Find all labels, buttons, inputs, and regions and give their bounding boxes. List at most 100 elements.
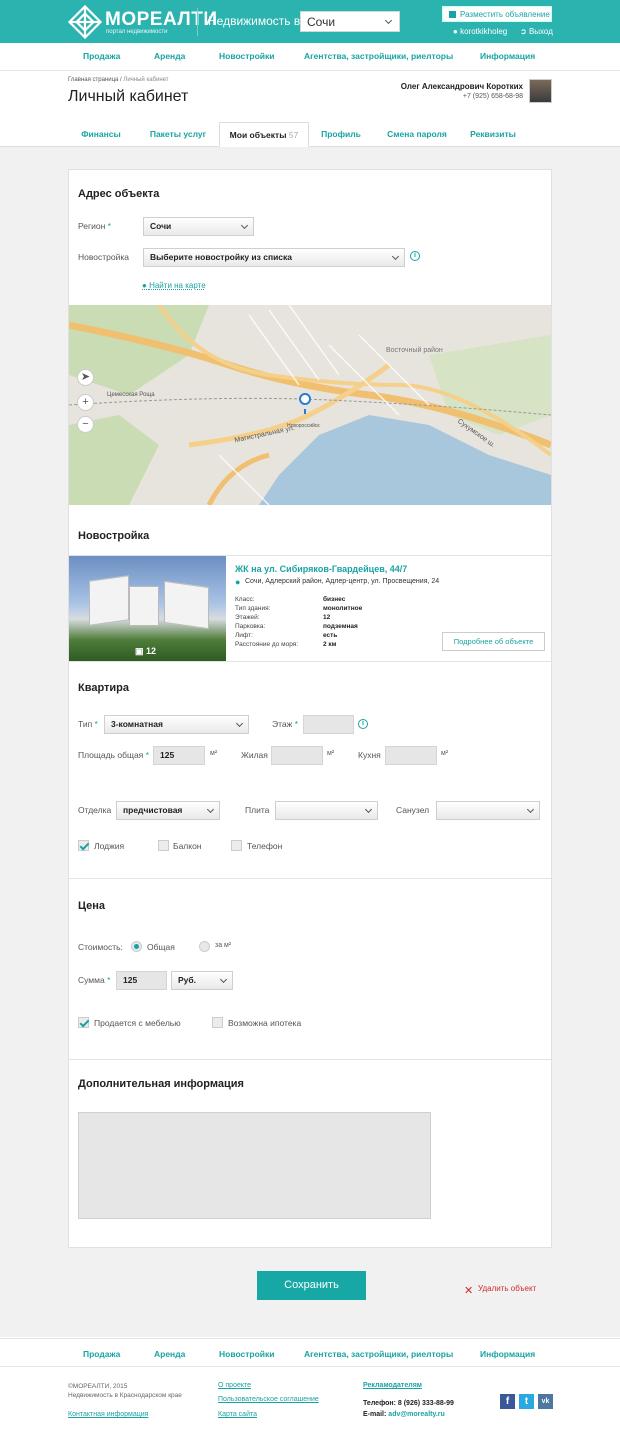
find-on-map-link[interactable]: ● Найти на карте (142, 281, 206, 290)
new-building-select[interactable]: Выберите новостройку из списка (143, 248, 405, 267)
prop-key: Этажей: (235, 614, 260, 621)
chevron-down-icon (526, 805, 535, 814)
footer-email-value[interactable]: adv@morealty.ru (388, 1411, 445, 1418)
map-label-east: Восточный район (386, 347, 443, 354)
chevron-down-icon (384, 16, 393, 25)
mortgage-checkbox[interactable] (212, 1017, 223, 1028)
currency-select[interactable]: Руб. (171, 971, 233, 990)
phone-checkbox[interactable] (231, 840, 242, 851)
kitchen-area-label: Кухня (358, 750, 381, 760)
twitter-icon[interactable]: t (519, 1394, 534, 1409)
footer-nav-agencies[interactable]: Агентства, застройщики, риелторы (304, 1349, 453, 1359)
footer-about-link[interactable]: О проекте (218, 1382, 251, 1389)
breadcrumb-current: Личный кабинет (123, 77, 169, 83)
phone-label: Телефон (247, 841, 283, 851)
breadcrumb-home[interactable]: Главная страница (68, 77, 118, 83)
footer-contacts-link[interactable]: Контактная информация (68, 1411, 148, 1418)
apartment-type-select[interactable]: 3-комнатная (104, 715, 249, 734)
tab-requisites[interactable]: Реквизиты (462, 122, 524, 147)
tab-packages[interactable]: Пакеты услуг (140, 122, 216, 147)
sum-input[interactable]: 125 (116, 971, 167, 990)
vk-icon[interactable]: vk (538, 1394, 553, 1409)
stove-select[interactable] (275, 801, 378, 820)
bathroom-label: Санузел (396, 805, 430, 815)
development-address: Сочи, Адлерский район, Адлер-центр, ул. … (245, 578, 440, 585)
camera-icon: ▣ (135, 646, 144, 656)
unit-label: м² (441, 750, 449, 757)
logout-icon: ➲ (520, 27, 527, 36)
map-label-city: Новороссийск (287, 423, 320, 429)
avatar[interactable] (529, 79, 552, 103)
footer-nav-rent[interactable]: Аренда (154, 1349, 185, 1359)
loggia-checkbox[interactable] (78, 840, 89, 851)
development-section-title: Новостройка (78, 530, 150, 542)
zoom-out-icon[interactable]: − (77, 416, 94, 433)
logo-icon[interactable] (68, 5, 102, 39)
bathroom-select[interactable] (436, 801, 540, 820)
footer-email: E-mail: adv@morealty.ru (363, 1411, 445, 1418)
footer-sitemap-link[interactable]: Карта сайта (218, 1411, 257, 1418)
footer-phone-value: 8 (926) 333-88-99 (397, 1400, 454, 1407)
tab-profile[interactable]: Профиль (312, 122, 370, 147)
nav-item-sale[interactable]: Продажа (83, 51, 120, 61)
tab-my-objects[interactable]: Мои объекты 57 (219, 122, 309, 147)
development-name-link[interactable]: ЖК на ул. Сибиряков-Гвардейцев, 44/7 (235, 564, 407, 574)
nav-item-rent[interactable]: Аренда (154, 51, 185, 61)
development-photo[interactable]: ▣ 12 (69, 556, 226, 661)
location-pin-icon: ● (235, 577, 241, 587)
floor-input[interactable] (303, 715, 354, 734)
development-details-button[interactable]: Подробнее об объекте (442, 632, 545, 651)
user-profile-link[interactable]: ● korotkikholeg (453, 27, 507, 36)
footer-nav-sale[interactable]: Продажа (83, 1349, 120, 1359)
logout-link[interactable]: ➲ Выход (520, 27, 553, 36)
footer-nav-new-buildings[interactable]: Новостройки (219, 1349, 275, 1359)
map-graphic (69, 305, 551, 505)
zoom-in-icon[interactable]: + (77, 394, 94, 411)
facebook-icon[interactable]: f (500, 1394, 515, 1409)
loggia-label: Лоджия (94, 841, 125, 851)
new-building-label: Новостройка (78, 252, 129, 262)
price-section-title: Цена (78, 900, 106, 912)
prop-value: монолитное (323, 605, 363, 612)
tab-my-objects-label: Мои объекты (229, 130, 287, 140)
stove-label: Плита (245, 805, 270, 815)
new-building-select-value: Выберите новостройку из списка (150, 252, 293, 262)
total-area-input[interactable]: 125 (153, 746, 205, 765)
footer-email-label: E-mail: (363, 1411, 387, 1418)
tab-change-password[interactable]: Смена пароля (378, 122, 456, 147)
furniture-checkbox[interactable] (78, 1017, 89, 1028)
info-icon[interactable]: i (410, 251, 420, 261)
delete-object-link[interactable]: ✕ Удалить объект (464, 1284, 536, 1297)
cost-total-radio[interactable] (131, 941, 142, 952)
save-button[interactable]: Сохранить (257, 1271, 366, 1300)
city-select[interactable]: Сочи (300, 11, 400, 32)
photo-count[interactable]: ▣ 12 (135, 646, 156, 657)
post-ad-button[interactable]: Разместить объявление (442, 6, 552, 22)
prop-value: 2 км (323, 641, 337, 648)
currency-value: Руб. (178, 975, 197, 985)
logo-text[interactable]: МОРЕАЛТИ (105, 9, 218, 31)
finish-select[interactable]: предчистовая (116, 801, 220, 820)
map-view[interactable]: Восточный район Магистральная ул. Сухумс… (69, 305, 551, 505)
prop-value: есть (323, 632, 338, 639)
info-icon[interactable]: i (358, 719, 368, 729)
footer-nav-info[interactable]: Информация (480, 1349, 535, 1359)
map-label-grove: Цемесская Роща (107, 392, 155, 398)
kitchen-area-input[interactable] (385, 746, 437, 765)
page-title: Личный кабинет (68, 88, 189, 105)
nav-item-info[interactable]: Информация (480, 51, 535, 61)
footer-agreement-link[interactable]: Пользовательское соглашение (218, 1396, 319, 1403)
nav-item-new-buildings[interactable]: Новостройки (219, 51, 275, 61)
region-select[interactable]: Сочи (143, 217, 254, 236)
extra-info-textarea[interactable] (78, 1112, 431, 1219)
breadcrumb-separator: / (120, 77, 122, 83)
locate-icon[interactable]: ➤ (77, 369, 94, 386)
tab-finance[interactable]: Финансы (68, 122, 134, 147)
balcony-checkbox[interactable] (158, 840, 169, 851)
cost-per-m2-radio[interactable] (199, 941, 210, 952)
prop-key: Парковка: (235, 623, 266, 630)
footer-advertisers-link[interactable]: Рекламодателям (363, 1382, 422, 1389)
living-area-input[interactable] (271, 746, 323, 765)
main-nav: Продажа Аренда Новостройки Агентства, за… (0, 43, 620, 71)
nav-item-agencies[interactable]: Агентства, застройщики, риелторы (304, 51, 453, 61)
